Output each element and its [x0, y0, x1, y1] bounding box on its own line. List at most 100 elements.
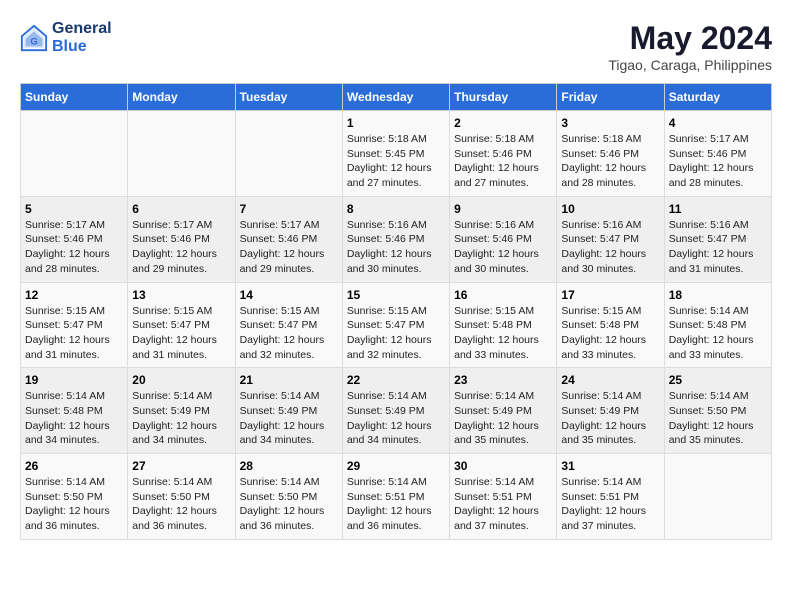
day-info: Sunrise: 5:15 AMSunset: 5:48 PMDaylight:…: [561, 304, 659, 363]
daylight-extra: and 28 minutes.: [25, 263, 100, 275]
sunset-text: Sunset: 5:48 PM: [669, 319, 747, 331]
week-row-4: 19Sunrise: 5:14 AMSunset: 5:48 PMDayligh…: [21, 368, 772, 454]
sunrise-text: Sunrise: 5:18 AM: [561, 133, 641, 145]
sunrise-text: Sunrise: 5:17 AM: [25, 219, 105, 231]
title-area: May 2024 Tigao, Caraga, Philippines: [608, 20, 772, 73]
day-info: Sunrise: 5:14 AMSunset: 5:49 PMDaylight:…: [347, 389, 445, 448]
daylight-hours: Daylight: 12 hours: [454, 505, 539, 517]
day-number: 5: [25, 202, 123, 216]
day-number: 11: [669, 202, 767, 216]
daylight-extra: and 37 minutes.: [561, 520, 636, 532]
sunrise-text: Sunrise: 5:15 AM: [240, 305, 320, 317]
sunset-text: Sunset: 5:51 PM: [561, 491, 639, 503]
sunrise-text: Sunrise: 5:14 AM: [669, 390, 749, 402]
daylight-extra: and 35 minutes.: [454, 434, 529, 446]
day-info: Sunrise: 5:14 AMSunset: 5:51 PMDaylight:…: [561, 475, 659, 534]
sunrise-text: Sunrise: 5:16 AM: [561, 219, 641, 231]
calendar-subtitle: Tigao, Caraga, Philippines: [608, 57, 772, 73]
daylight-hours: Daylight: 12 hours: [25, 248, 110, 260]
day-info: Sunrise: 5:14 AMSunset: 5:49 PMDaylight:…: [454, 389, 552, 448]
calendar-cell: 5Sunrise: 5:17 AMSunset: 5:46 PMDaylight…: [21, 196, 128, 282]
day-number: 7: [240, 202, 338, 216]
sunset-text: Sunset: 5:46 PM: [240, 233, 318, 245]
day-info: Sunrise: 5:15 AMSunset: 5:47 PMDaylight:…: [240, 304, 338, 363]
week-row-2: 5 Sunrise: 5:17 AM Sunset: 5:46 PM Daylight…: [21, 196, 772, 282]
daylight-extra: and 34 minutes.: [25, 434, 100, 446]
logo: G General Blue: [20, 20, 112, 56]
calendar-cell: 31Sunrise: 5:14 AMSunset: 5:51 PMDayligh…: [557, 454, 664, 540]
day-info: Sunrise: 5:14 AMSunset: 5:50 PMDaylight:…: [669, 389, 767, 448]
sunset-text: Sunset: 5:47 PM: [347, 319, 425, 331]
calendar-cell: 11 Sunrise: 5:16 AMSunset: 5:47 PMDayligh…: [664, 196, 771, 282]
day-info: Sunrise: 5:17 AMSunset: 5:46 PMDaylight:…: [669, 132, 767, 191]
daylight-hours: Daylight: 12 hours: [561, 248, 646, 260]
sunset-text: Sunset: 5:50 PM: [240, 491, 318, 503]
daylight-extra: and 36 minutes.: [25, 520, 100, 532]
daylight-hours: Daylight: 12 hours: [25, 334, 110, 346]
sunrise-text: Sunrise: 5:14 AM: [347, 390, 427, 402]
daylight-hours: Daylight: 12 hours: [561, 162, 646, 174]
daylight-hours: Daylight: 12 hours: [347, 162, 432, 174]
sunrise-text: Sunrise: 5:14 AM: [25, 476, 105, 488]
daylight-hours: Daylight: 12 hours: [561, 334, 646, 346]
daylight-extra: and 34 minutes.: [240, 434, 315, 446]
day-number: 21: [240, 373, 338, 387]
day-number: 14: [240, 288, 338, 302]
day-info: Sunrise: 5:14 AMSunset: 5:50 PMDaylight:…: [132, 475, 230, 534]
daylight-extra: and 27 minutes.: [347, 177, 422, 189]
calendar-cell: [21, 111, 128, 197]
daylight-hours: Daylight: 12 hours: [454, 248, 539, 260]
day-number: 8: [347, 202, 445, 216]
weekday-header-saturday: Saturday: [664, 84, 771, 111]
sunset-text: Sunset: 5:49 PM: [347, 405, 425, 417]
logo-text: General Blue: [52, 20, 112, 56]
daylight-extra: and 35 minutes.: [561, 434, 636, 446]
daylight-extra: and 34 minutes.: [347, 434, 422, 446]
day-number: 30: [454, 459, 552, 473]
daylight-hours: Daylight: 12 hours: [347, 248, 432, 260]
daylight-extra: and 32 minutes.: [240, 349, 315, 361]
calendar-cell: 9Sunrise: 5:16 AMSunset: 5:46 PMDaylight…: [450, 196, 557, 282]
calendar-cell: [664, 454, 771, 540]
logo-icon: G: [20, 24, 48, 52]
sunset-text: Sunset: 5:51 PM: [347, 491, 425, 503]
sunset-text: Sunset: 5:50 PM: [669, 405, 747, 417]
sunset-text: Sunset: 5:49 PM: [240, 405, 318, 417]
weekday-header-row: SundayMondayTuesdayWednesdayThursdayFrid…: [21, 84, 772, 111]
daylight-extra: and 36 minutes.: [347, 520, 422, 532]
day-number: 20: [132, 373, 230, 387]
day-info: Sunrise: 5:14 AMSunset: 5:49 PMDaylight:…: [240, 389, 338, 448]
sunset-text: Sunset: 5:45 PM: [347, 148, 425, 160]
daylight-extra: and 31 minutes.: [669, 263, 744, 275]
daylight-extra: and 29 minutes.: [132, 263, 207, 275]
calendar-cell: 29Sunrise: 5:14 AMSunset: 5:51 PMDayligh…: [342, 454, 449, 540]
sunset-text: Sunset: 5:51 PM: [454, 491, 532, 503]
day-number: 25: [669, 373, 767, 387]
daylight-hours: Daylight: 12 hours: [132, 420, 217, 432]
sunrise-text: Sunrise: 5:16 AM: [347, 219, 427, 231]
calendar-cell: 1Sunrise: 5:18 AMSunset: 5:45 PMDaylight…: [342, 111, 449, 197]
daylight-hours: Daylight: 12 hours: [132, 505, 217, 517]
sunrise-text: Sunrise: 5:17 AM: [669, 133, 749, 145]
day-info: Sunrise: 5:16 AMSunset: 5:47 PMDaylight:…: [669, 218, 767, 277]
sunrise-text: Sunrise: 5:14 AM: [347, 476, 427, 488]
calendar-cell: 30Sunrise: 5:14 AMSunset: 5:51 PMDayligh…: [450, 454, 557, 540]
day-number: 16: [454, 288, 552, 302]
sunset-text: Sunset: 5:50 PM: [25, 491, 103, 503]
calendar-cell: 21 Sunrise: 5:14 AMSunset: 5:49 PMDayligh…: [235, 368, 342, 454]
day-number: 12: [25, 288, 123, 302]
calendar-cell: 6Sunrise: 5:17 AMSunset: 5:46 PMDaylight…: [128, 196, 235, 282]
day-number: 19: [25, 373, 123, 387]
calendar-cell: 17Sunrise: 5:15 AMSunset: 5:48 PMDayligh…: [557, 282, 664, 368]
daylight-hours: Daylight: 12 hours: [240, 334, 325, 346]
calendar-cell: [128, 111, 235, 197]
day-number: 18: [669, 288, 767, 302]
day-info: Sunrise: 5:14 AMSunset: 5:50 PMDaylight:…: [25, 475, 123, 534]
daylight-extra: and 33 minutes.: [561, 349, 636, 361]
sunrise-text: Sunrise: 5:15 AM: [132, 305, 212, 317]
day-number: 1: [347, 116, 445, 130]
daylight-extra: and 28 minutes.: [669, 177, 744, 189]
sunrise-text: Sunrise: 5:18 AM: [454, 133, 534, 145]
daylight-hours: Daylight: 12 hours: [240, 420, 325, 432]
weekday-header-tuesday: Tuesday: [235, 84, 342, 111]
